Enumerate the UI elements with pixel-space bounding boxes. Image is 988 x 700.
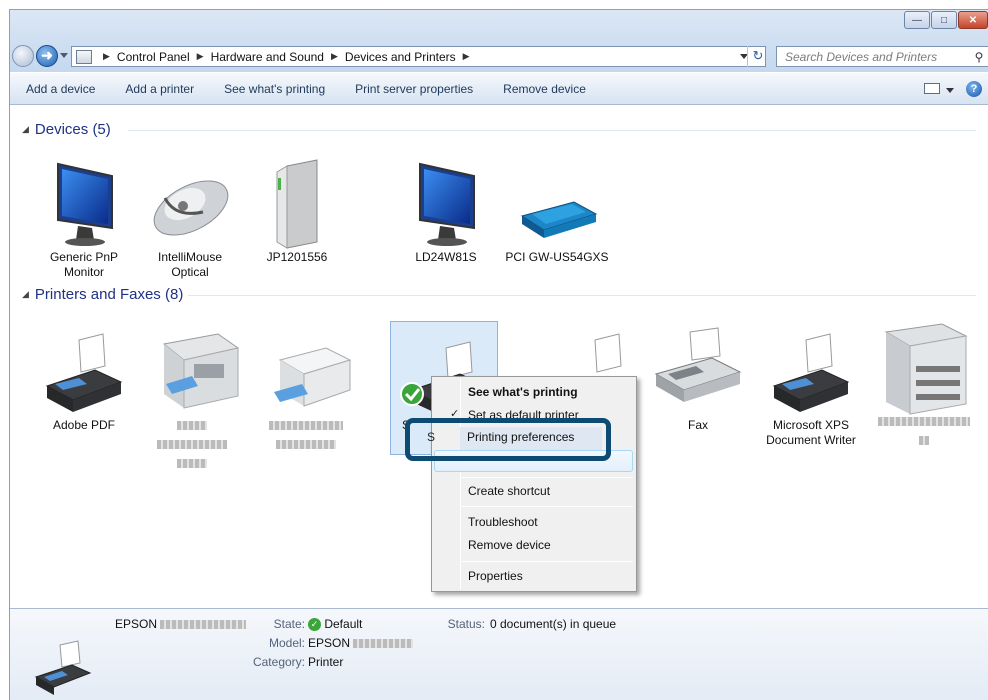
address-bar[interactable]: ▶ Control Panel ▶ Hardware and Sound ▶ D… — [71, 46, 766, 67]
menu-item-properties[interactable]: Properties — [468, 569, 523, 583]
device-item[interactable]: Generic PnP Monitor — [34, 158, 134, 280]
fax-icon — [648, 326, 748, 418]
see-whats-printing-button[interactable]: See what's printing — [224, 82, 325, 96]
check-icon: ✓ — [308, 618, 321, 632]
status-value: 0 document(s) in queue — [490, 617, 617, 631]
view-dropdown-icon[interactable] — [946, 88, 954, 93]
state-value: ✓ Default — [308, 617, 362, 632]
device-label-line2: Monitor — [63, 265, 104, 279]
device-label-line1: Generic PnP — [49, 250, 119, 264]
printer-label-blurred — [142, 418, 242, 475]
menu-separator — [462, 477, 633, 478]
printer-label-line1: Adobe PDF — [52, 418, 116, 432]
context-menu: See what's printing ✓ Set as default pri… — [431, 376, 637, 592]
model-label: Model: — [268, 636, 305, 650]
group-title-devices: Devices (5) — [34, 121, 111, 138]
menu-item-create-shortcut[interactable]: Create shortcut — [468, 484, 550, 498]
collapse-triangle-icon[interactable]: ◢ — [22, 124, 29, 135]
device-item[interactable]: IntelliMouse Optical — [140, 158, 240, 280]
large-printer-icon — [870, 322, 978, 415]
chevron-right-icon[interactable]: ▶ — [331, 51, 338, 62]
chevron-right-icon[interactable]: ▶ — [463, 51, 470, 62]
collapse-triangle-icon[interactable]: ◢ — [22, 289, 29, 300]
back-button[interactable] — [12, 45, 34, 67]
printer-label-line1: Fax — [687, 418, 708, 432]
group-divider — [188, 295, 976, 296]
device-label-line2: Optical — [171, 265, 209, 279]
printer-label-blurred — [256, 418, 356, 456]
device-label-line1: PCI GW-US54GXS — [505, 250, 609, 264]
chevron-right-icon[interactable]: ▶ — [197, 51, 204, 62]
group-header-printers[interactable]: ◢ Printers and Faxes (8) — [22, 286, 183, 303]
address-row: ➜ ▶ Control Panel ▶ Hardware and Sound ▶… — [10, 45, 988, 69]
printer-item[interactable]: Adobe PDF — [34, 326, 134, 433]
group-divider — [128, 130, 976, 131]
printer-name: EPSON — [115, 617, 247, 632]
breadcrumb-devices-and-printers[interactable]: Devices and Printers — [345, 50, 456, 64]
printer-item[interactable] — [870, 322, 978, 452]
minimize-button[interactable]: — — [904, 11, 930, 29]
forward-button[interactable]: ➜ — [36, 45, 58, 67]
device-item[interactable]: LD24W81S — [396, 158, 496, 265]
breadcrumb-hardware-and-sound[interactable]: Hardware and Sound — [211, 50, 324, 64]
device-item[interactable]: PCI GW-US54GXS — [502, 158, 612, 265]
printer-icon — [756, 326, 866, 418]
monitor-icon — [396, 158, 496, 250]
printer-item[interactable]: Microsoft XPS Document Writer — [756, 326, 866, 448]
model-value: EPSON — [308, 636, 414, 651]
mouse-icon — [140, 158, 240, 250]
search-input[interactable]: Search Devices and Printers ⚲ — [776, 46, 988, 67]
details-pane: EPSON State: ✓ Default Status: 0 documen… — [10, 608, 988, 700]
breadcrumb-control-panel[interactable]: Control Panel — [117, 50, 190, 64]
menu-item-troubleshoot[interactable]: Troubleshoot — [468, 515, 538, 529]
refresh-button[interactable]: ↻ — [747, 46, 768, 67]
window-controls: — □ ✕ — [903, 11, 988, 29]
group-header-devices[interactable]: ◢ Devices (5) — [22, 121, 111, 138]
close-button[interactable]: ✕ — [958, 11, 988, 29]
device-label-line1: JP1201556 — [266, 250, 328, 264]
change-view-icon[interactable] — [924, 83, 940, 94]
remove-device-button[interactable]: Remove device — [503, 82, 586, 96]
search-icon[interactable]: ⚲ — [970, 50, 988, 64]
menu-separator — [462, 506, 633, 507]
callout-frame — [405, 418, 611, 461]
chevron-right-icon: ▶ — [103, 51, 110, 61]
command-bar: Add a device Add a printer See what's pr… — [10, 72, 988, 105]
state-label: State: — [273, 617, 305, 631]
device-item[interactable]: JP1201556 — [247, 158, 347, 265]
network-router-icon — [502, 158, 612, 250]
printer-icon — [32, 639, 94, 698]
device-label-line1: LD24W81S — [415, 250, 477, 264]
recent-pages-dropdown[interactable] — [60, 53, 68, 58]
status-label: Status: — [447, 617, 485, 631]
printer-label-blurred — [870, 414, 978, 452]
add-device-button[interactable]: Add a device — [26, 82, 95, 96]
print-server-properties-button[interactable]: Print server properties — [355, 82, 473, 96]
maximize-button[interactable]: □ — [931, 11, 957, 29]
category-value: Printer — [308, 655, 344, 669]
printer-label-line2: Document Writer — [766, 433, 856, 447]
menu-separator — [462, 561, 633, 562]
device-label-line1: IntelliMouse — [157, 250, 223, 264]
inkjet-printer-icon — [256, 326, 356, 418]
title-bar: — □ ✕ ➜ ▶ Control Panel ▶ Hardware and S… — [10, 10, 988, 72]
printer-item[interactable] — [256, 326, 356, 456]
add-printer-button[interactable]: Add a printer — [125, 82, 194, 96]
menu-item-remove-device[interactable]: Remove device — [468, 538, 551, 552]
menu-gutter — [460, 379, 461, 589]
external-drive-icon — [247, 158, 347, 250]
multifunction-printer-icon — [142, 326, 242, 418]
printer-label-line1: Microsoft XPS — [772, 418, 850, 432]
category-label: Category: — [252, 655, 305, 669]
printer-item[interactable] — [142, 326, 242, 475]
printer-icon — [34, 326, 134, 418]
control-panel-icon — [76, 49, 92, 64]
printer-item[interactable]: Fax — [648, 326, 748, 433]
menu-item-see-whats-printing[interactable]: See what's printing — [468, 385, 578, 399]
devices-and-printers-window: — □ ✕ ➜ ▶ Control Panel ▶ Hardware and S… — [9, 9, 988, 700]
monitor-icon — [34, 158, 134, 250]
search-placeholder: Search Devices and Printers — [785, 49, 938, 64]
help-icon[interactable]: ? — [966, 81, 982, 97]
group-title-printers: Printers and Faxes (8) — [34, 286, 184, 303]
